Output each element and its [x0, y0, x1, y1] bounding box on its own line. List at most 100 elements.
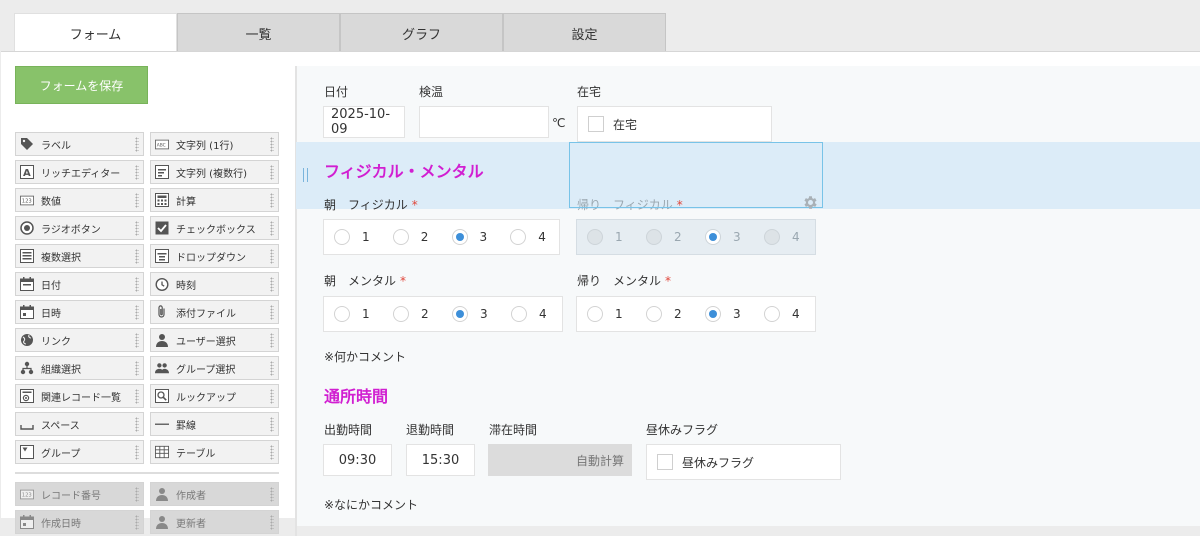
drag-grip-icon[interactable] [270, 249, 274, 264]
drag-grip-icon[interactable] [270, 277, 274, 292]
drag-grip-icon[interactable] [270, 515, 274, 530]
palette-item[interactable]: 123 数値 [15, 188, 144, 212]
radio-circle[interactable] [334, 306, 350, 322]
home-checkbox[interactable] [588, 116, 604, 132]
lunch-flag-checkbox-field[interactable]: 昼休みフラグ [646, 444, 841, 480]
drag-handle[interactable] [303, 168, 308, 182]
radio-circle[interactable] [764, 229, 780, 245]
palette-item[interactable]: 123 レコード番号 [15, 482, 144, 506]
drag-grip-icon[interactable] [135, 333, 139, 348]
palette-item[interactable]: グループ [15, 440, 144, 464]
radio-option[interactable]: 2 [636, 229, 695, 245]
palette-item[interactable]: ドロップダウン [150, 244, 279, 268]
palette-item[interactable]: ラベル [15, 132, 144, 156]
drag-grip-icon[interactable] [270, 487, 274, 502]
radio-circle[interactable] [510, 229, 527, 245]
radio-option[interactable]: 3 [695, 306, 754, 322]
drag-grip-icon[interactable] [135, 221, 139, 236]
palette-item[interactable]: 添付ファイル [150, 300, 279, 324]
drag-grip-icon[interactable] [270, 193, 274, 208]
drag-grip-icon[interactable] [270, 333, 274, 348]
start-time-input[interactable]: 09:30 [323, 444, 392, 476]
radio-circle[interactable] [587, 229, 603, 245]
palette-item[interactable]: ルックアップ [150, 384, 279, 408]
tab-list[interactable]: 一覧 [177, 13, 340, 52]
lunch-flag-checkbox[interactable] [657, 454, 673, 470]
palette-item[interactable]: 関連レコード一覧 [15, 384, 144, 408]
radio-circle[interactable] [334, 229, 350, 245]
radio-option[interactable]: 2 [636, 306, 695, 322]
radio-circle[interactable] [764, 306, 780, 322]
palette-item[interactable]: 作成者 [150, 482, 279, 506]
save-form-button[interactable]: フォームを保存 [15, 66, 148, 104]
drag-grip-icon[interactable] [135, 137, 139, 152]
tab-settings[interactable]: 設定 [503, 13, 666, 52]
palette-item[interactable]: 組織選択 [15, 356, 144, 380]
drag-grip-icon[interactable] [135, 249, 139, 264]
palette-item[interactable]: ユーザー選択 [150, 328, 279, 352]
drag-grip-icon[interactable] [135, 305, 139, 320]
radio-option[interactable]: 4 [754, 229, 813, 245]
palette-item[interactable]: 時刻 [150, 272, 279, 296]
tab-form[interactable]: フォーム [14, 13, 177, 53]
temperature-input[interactable] [419, 106, 549, 138]
radio-circle[interactable] [393, 306, 409, 322]
end-time-input[interactable]: 15:30 [406, 444, 475, 476]
radio-circle[interactable] [646, 229, 662, 245]
radio-option[interactable]: 4 [500, 229, 559, 245]
palette-item[interactable]: 更新者 [150, 510, 279, 534]
drag-grip-icon[interactable] [270, 165, 274, 180]
radio-option[interactable]: 1 [324, 306, 383, 322]
palette-item[interactable]: 計算 [150, 188, 279, 212]
palette-item[interactable]: 文字列 (複数行) [150, 160, 279, 184]
drag-grip-icon[interactable] [135, 361, 139, 376]
palette-item[interactable]: グループ選択 [150, 356, 279, 380]
palette-item[interactable]: 作成日時 [15, 510, 144, 534]
palette-item[interactable]: テーブル [150, 440, 279, 464]
radio-circle[interactable] [392, 229, 409, 245]
drag-grip-icon[interactable] [135, 445, 139, 460]
drag-grip-icon[interactable] [270, 137, 274, 152]
drag-grip-icon[interactable] [135, 417, 139, 432]
radio-circle[interactable] [705, 229, 721, 245]
drag-grip-icon[interactable] [270, 389, 274, 404]
drag-grip-icon[interactable] [135, 277, 139, 292]
drag-grip-icon[interactable] [135, 165, 139, 180]
radio-circle[interactable] [452, 306, 468, 322]
drag-grip-icon[interactable] [270, 417, 274, 432]
radio-option[interactable]: 3 [695, 229, 754, 245]
drag-grip-icon[interactable] [270, 221, 274, 236]
palette-item[interactable]: 罫線 [150, 412, 279, 436]
radio-circle[interactable] [451, 229, 468, 245]
radio-option[interactable]: 1 [577, 306, 636, 322]
radio-option[interactable]: 3 [442, 306, 501, 322]
radio-option[interactable]: 3 [442, 229, 501, 245]
palette-item[interactable]: 日時 [15, 300, 144, 324]
radio-circle[interactable] [511, 306, 527, 322]
gear-icon[interactable] [802, 194, 819, 211]
drag-grip-icon[interactable] [135, 515, 139, 530]
palette-item[interactable]: ABC 文字列 (1行) [150, 132, 279, 156]
radio-circle[interactable] [646, 306, 662, 322]
radio-option[interactable]: 4 [754, 306, 813, 322]
radio-option[interactable]: 4 [501, 306, 560, 322]
home-checkbox-field[interactable]: 在宅 [577, 106, 772, 142]
palette-item[interactable]: 日付 [15, 272, 144, 296]
palette-item[interactable]: 複数選択 [15, 244, 144, 268]
drag-grip-icon[interactable] [270, 361, 274, 376]
tab-graph[interactable]: グラフ [340, 13, 503, 52]
radio-option[interactable]: 2 [383, 306, 442, 322]
radio-circle[interactable] [705, 306, 721, 322]
palette-item[interactable]: A リッチエディター [15, 160, 144, 184]
drag-grip-icon[interactable] [135, 487, 139, 502]
palette-item[interactable]: リンク [15, 328, 144, 352]
radio-option[interactable]: 2 [383, 229, 442, 245]
drag-grip-icon[interactable] [270, 445, 274, 460]
drag-grip-icon[interactable] [135, 389, 139, 404]
drag-grip-icon[interactable] [270, 305, 274, 320]
palette-item[interactable]: チェックボックス [150, 216, 279, 240]
palette-item[interactable]: スペース [15, 412, 144, 436]
date-input[interactable]: 2025-10-09 [323, 106, 405, 138]
drag-grip-icon[interactable] [135, 193, 139, 208]
palette-item[interactable]: ラジオボタン [15, 216, 144, 240]
